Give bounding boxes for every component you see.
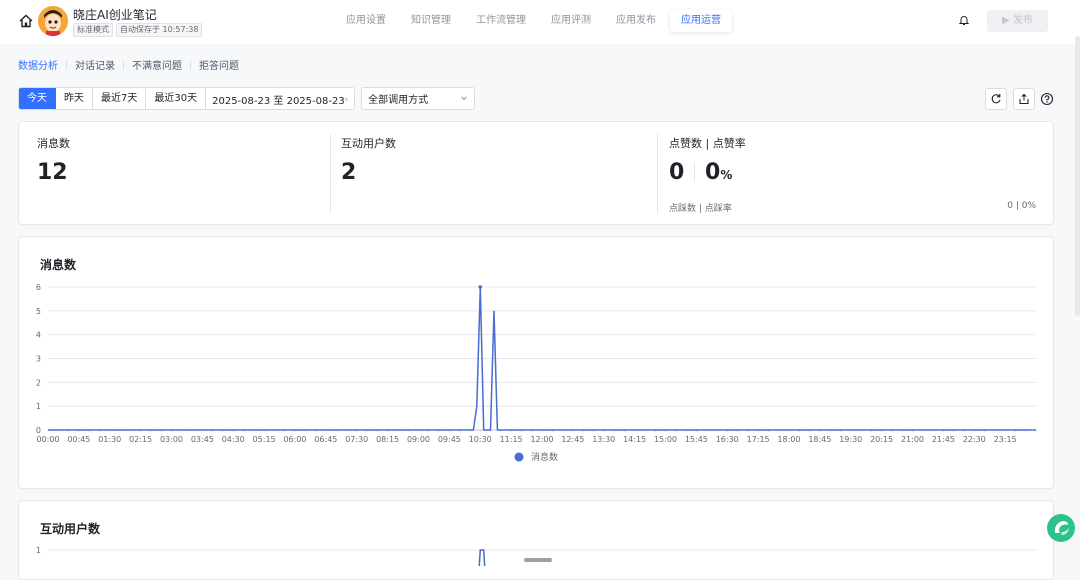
series-line-users bbox=[478, 549, 486, 566]
y-tick-label: 1 bbox=[36, 546, 41, 555]
page-scrollbar[interactable] bbox=[1075, 36, 1080, 316]
users-line-chart: 1 bbox=[36, 546, 1036, 566]
drag-handle[interactable] bbox=[524, 558, 552, 562]
assistant-float-icon[interactable] bbox=[1046, 513, 1076, 543]
